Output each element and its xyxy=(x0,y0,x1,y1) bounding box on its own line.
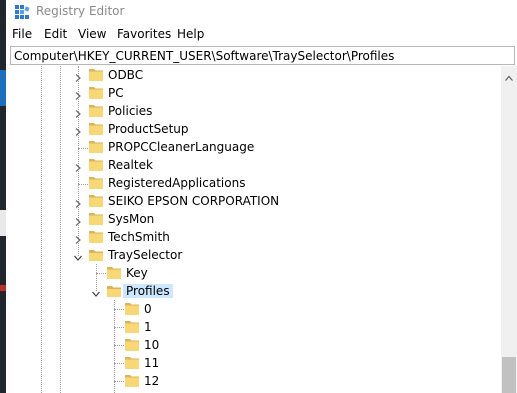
tree-node-trayselector[interactable]: TraySelector xyxy=(10,246,501,264)
tree-node-label[interactable]: PROPCCleanerLanguage xyxy=(108,140,254,154)
address-path[interactable]: Computer\HKEY_CURRENT_USER\Software\Tray… xyxy=(14,49,394,63)
window-title: Registry Editor xyxy=(36,4,125,18)
tree-node-productsetup[interactable]: ProductSetup xyxy=(10,120,501,138)
menu-help[interactable]: Help xyxy=(177,27,204,41)
menu-view[interactable]: View xyxy=(78,27,106,41)
registry-tree[interactable]: ODBC PC Policies ProductSetup PROPCCleanerLa… xyxy=(10,66,501,393)
tree-node-label[interactable]: SEIKO EPSON CORPORATION xyxy=(108,194,279,208)
tree-node-label[interactable]: PC xyxy=(108,86,124,100)
open-folder-icon xyxy=(88,247,104,262)
tree-node-label[interactable]: ODBC xyxy=(108,68,143,82)
registry-editor-window: Registry Editor File Edit View Favorites… xyxy=(6,0,517,393)
tree-node-key[interactable]: Key xyxy=(10,264,501,282)
tree-node-odbc[interactable]: ODBC xyxy=(10,66,501,84)
tree-node-realtek[interactable]: Realtek xyxy=(10,156,501,174)
chevron-right-icon[interactable] xyxy=(74,215,82,226)
folder-icon xyxy=(124,301,140,316)
folder-icon xyxy=(124,337,140,352)
tree-node-seiko-epson-corporation[interactable]: SEIKO EPSON CORPORATION xyxy=(10,192,501,210)
tree-node-pc[interactable]: PC xyxy=(10,84,501,102)
tree-node-label[interactable]: TraySelector xyxy=(108,248,182,262)
tree-node-12[interactable]: 12 xyxy=(10,372,501,390)
tree-node-label[interactable]: SysMon xyxy=(108,212,154,226)
chevron-right-icon[interactable] xyxy=(74,125,82,136)
tree-node-label[interactable]: ProductSetup xyxy=(108,122,189,136)
folder-icon xyxy=(124,373,140,388)
tree-node-0[interactable]: 0 xyxy=(10,300,501,318)
folder-icon xyxy=(88,211,104,226)
tree-node-label[interactable]: 12 xyxy=(144,374,159,388)
tree-node-profiles[interactable]: Profiles xyxy=(10,282,501,300)
folder-icon xyxy=(106,265,122,280)
chevron-right-icon[interactable] xyxy=(74,107,82,118)
folder-icon xyxy=(88,103,104,118)
vertical-scrollbar[interactable] xyxy=(501,66,517,393)
chevron-right-icon[interactable] xyxy=(74,161,82,172)
chevron-down-icon[interactable] xyxy=(74,251,82,261)
chevron-right-icon[interactable] xyxy=(74,71,82,82)
tree-node-label[interactable]: Key xyxy=(126,266,148,280)
tree-node-label[interactable]: RegisteredApplications xyxy=(108,176,245,190)
scrollbar-thumb[interactable] xyxy=(502,357,516,393)
folder-icon xyxy=(88,85,104,100)
chevron-right-icon[interactable] xyxy=(74,233,82,244)
folder-icon xyxy=(88,193,104,208)
chevron-right-icon[interactable] xyxy=(74,197,82,208)
address-bar[interactable]: Computer\HKEY_CURRENT_USER\Software\Tray… xyxy=(10,46,515,65)
tree-node-label[interactable]: 0 xyxy=(144,302,152,316)
folder-icon xyxy=(88,121,104,136)
tree-node-label[interactable]: Profiles xyxy=(123,284,173,298)
chevron-down-icon[interactable] xyxy=(92,287,100,297)
title-bar: Registry Editor xyxy=(6,0,517,24)
tree-node-label[interactable]: Policies xyxy=(108,104,152,118)
scroll-up-arrow-icon[interactable] xyxy=(505,70,513,81)
folder-icon xyxy=(124,319,140,334)
menu-bar: File Edit View Favorites Help xyxy=(6,26,517,44)
folder-icon xyxy=(88,67,104,82)
tree-node-1[interactable]: 1 xyxy=(10,318,501,336)
chevron-right-icon[interactable] xyxy=(74,89,82,100)
folder-icon xyxy=(88,229,104,244)
tree-node-propccleanerlanguage[interactable]: PROPCCleanerLanguage xyxy=(10,138,501,156)
folder-icon xyxy=(88,139,104,154)
menu-favorites[interactable]: Favorites xyxy=(117,27,171,41)
tree-node-label[interactable]: Realtek xyxy=(108,158,153,172)
tree-node-sysmon[interactable]: SysMon xyxy=(10,210,501,228)
open-folder-icon xyxy=(106,283,122,298)
folder-icon xyxy=(124,355,140,370)
menu-file[interactable]: File xyxy=(12,27,32,41)
tree-node-11[interactable]: 11 xyxy=(10,354,501,372)
tree-node-label[interactable]: 11 xyxy=(144,356,159,370)
tree-node-label[interactable]: 1 xyxy=(144,320,152,334)
tree-node-techsmith[interactable]: TechSmith xyxy=(10,228,501,246)
tree-node-label[interactable]: TechSmith xyxy=(108,230,170,244)
folder-icon xyxy=(88,175,104,190)
tree-node-10[interactable]: 10 xyxy=(10,336,501,354)
tree-node-policies[interactable]: Policies xyxy=(10,102,501,120)
tree-node-registeredapplications[interactable]: RegisteredApplications xyxy=(10,174,501,192)
menu-edit[interactable]: Edit xyxy=(44,27,67,41)
tree-node-label[interactable]: 10 xyxy=(144,338,159,352)
folder-icon xyxy=(88,157,104,172)
registry-editor-icon xyxy=(14,4,30,20)
